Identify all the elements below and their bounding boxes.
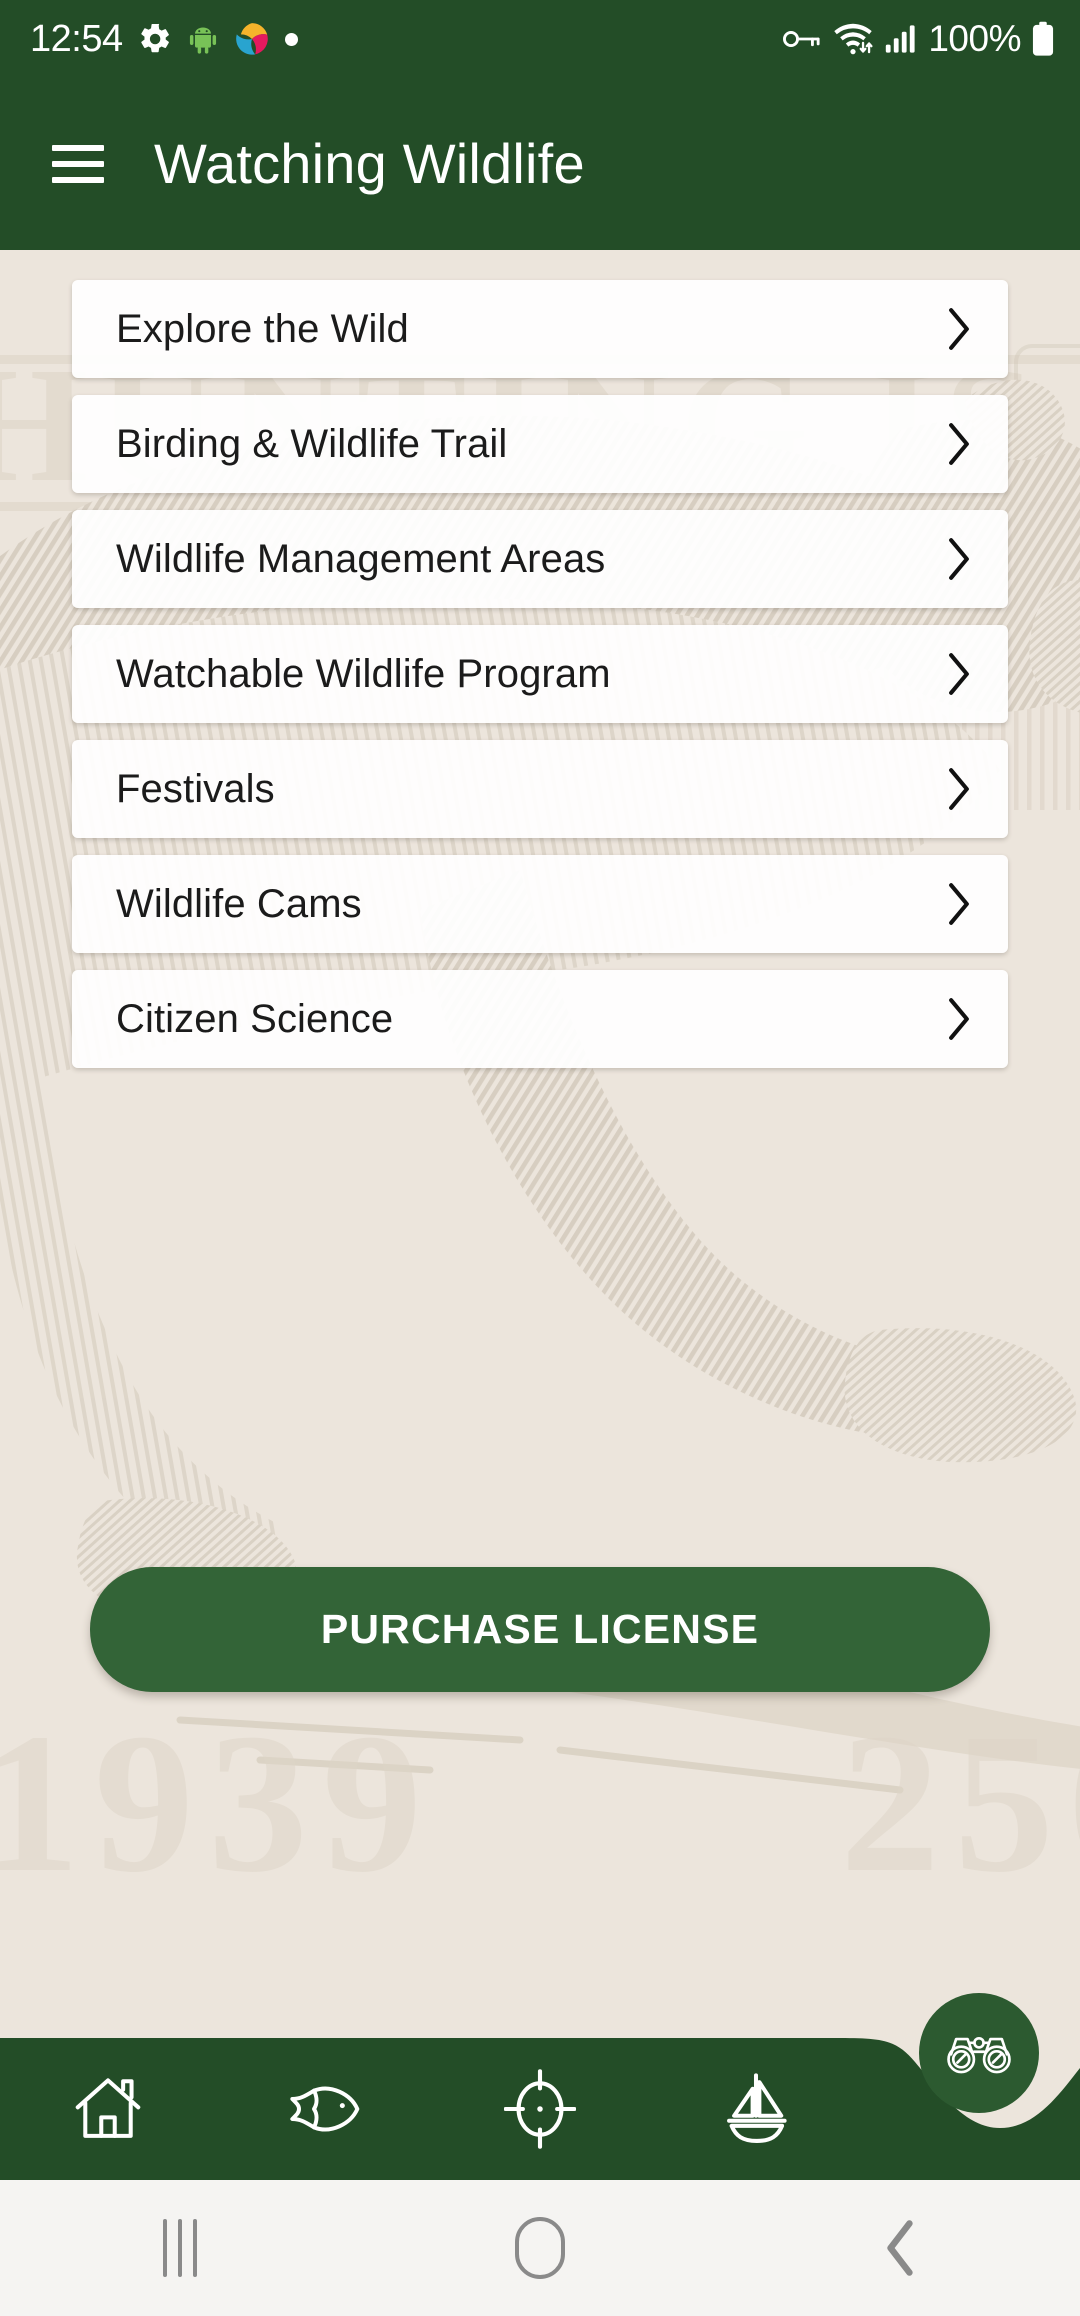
binoculars-icon [947, 2036, 1011, 2074]
list-item[interactable]: Birding & Wildlife Trail [72, 395, 1008, 493]
recents-icon [163, 2219, 197, 2277]
list-item-label: Festivals [116, 767, 275, 811]
app-bar: Watching Wildlife [0, 78, 1080, 250]
chevron-right-icon [944, 765, 974, 813]
status-bar-left: 12:54 [30, 20, 298, 58]
list-item-label: Wildlife Management Areas [116, 537, 606, 581]
recents-button[interactable] [0, 2219, 360, 2277]
bottom-nav-items [0, 2038, 1080, 2180]
list-item-label: Explore the Wild [116, 307, 409, 351]
hamburger-menu-icon[interactable] [52, 145, 104, 183]
crosshair-target-icon [504, 2069, 576, 2149]
main-content: Explore the Wild Birding & Wildlife Trai… [0, 250, 1080, 2030]
purchase-license-button[interactable]: PURCHASE LICENSE [90, 1567, 990, 1692]
nav-fishing[interactable] [216, 2076, 432, 2142]
android-system-nav [0, 2180, 1080, 2316]
list-item-label: Birding & Wildlife Trail [116, 422, 508, 466]
home-pill-icon [515, 2217, 565, 2279]
home-icon [75, 2078, 141, 2138]
app-color-swirl-icon [235, 23, 268, 55]
battery-percent-label: 100% [928, 18, 1021, 59]
wifi-icon [834, 23, 873, 55]
sailboat-icon [727, 2073, 787, 2143]
vpn-key-icon [783, 31, 820, 47]
status-bar-right: 100% [781, 18, 1054, 60]
status-clock: 12:54 [30, 18, 123, 60]
app-screen: 12:54 100% Watching Wildlife 1939 25 Exp… [0, 0, 1080, 2316]
notification-dot-icon [284, 32, 298, 46]
chevron-right-icon [944, 995, 974, 1043]
nav-hunting[interactable] [432, 2069, 648, 2149]
home-button[interactable] [360, 2217, 720, 2279]
page-title: Watching Wildlife [154, 132, 585, 195]
list-item[interactable]: Citizen Science [72, 970, 1008, 1068]
menu-list: Explore the Wild Birding & Wildlife Trai… [0, 280, 1080, 1085]
chevron-right-icon [944, 535, 974, 583]
list-item-label: Watchable Wildlife Program [116, 652, 611, 696]
list-item[interactable]: Festivals [72, 740, 1008, 838]
nav-watching-wildlife-fab[interactable] [919, 1993, 1039, 2113]
back-chevron-icon [887, 2220, 913, 2276]
nav-boating[interactable] [648, 2071, 864, 2147]
back-button[interactable] [720, 2219, 1080, 2277]
chevron-right-icon [944, 420, 974, 468]
list-item[interactable]: Explore the Wild [72, 280, 1008, 378]
chevron-right-icon [944, 880, 974, 928]
bottom-navigation-bar [0, 2010, 1080, 2180]
purchase-license-label: PURCHASE LICENSE [320, 1606, 760, 1652]
chevron-right-icon [944, 650, 974, 698]
chevron-right-icon [944, 305, 974, 353]
list-item[interactable]: Watchable Wildlife Program [72, 625, 1008, 723]
list-item-label: Wildlife Cams [116, 882, 362, 926]
status-bar: 12:54 100% [0, 0, 1080, 78]
cellular-signal-icon [886, 25, 915, 53]
fish-icon [290, 2086, 360, 2132]
battery-icon [1032, 21, 1054, 56]
android-robot-icon [189, 27, 216, 54]
list-item-label: Citizen Science [116, 997, 394, 1041]
list-item[interactable]: Wildlife Management Areas [72, 510, 1008, 608]
nav-home[interactable] [0, 2072, 216, 2146]
settings-gear-icon [140, 23, 169, 53]
list-item[interactable]: Wildlife Cams [72, 855, 1008, 953]
